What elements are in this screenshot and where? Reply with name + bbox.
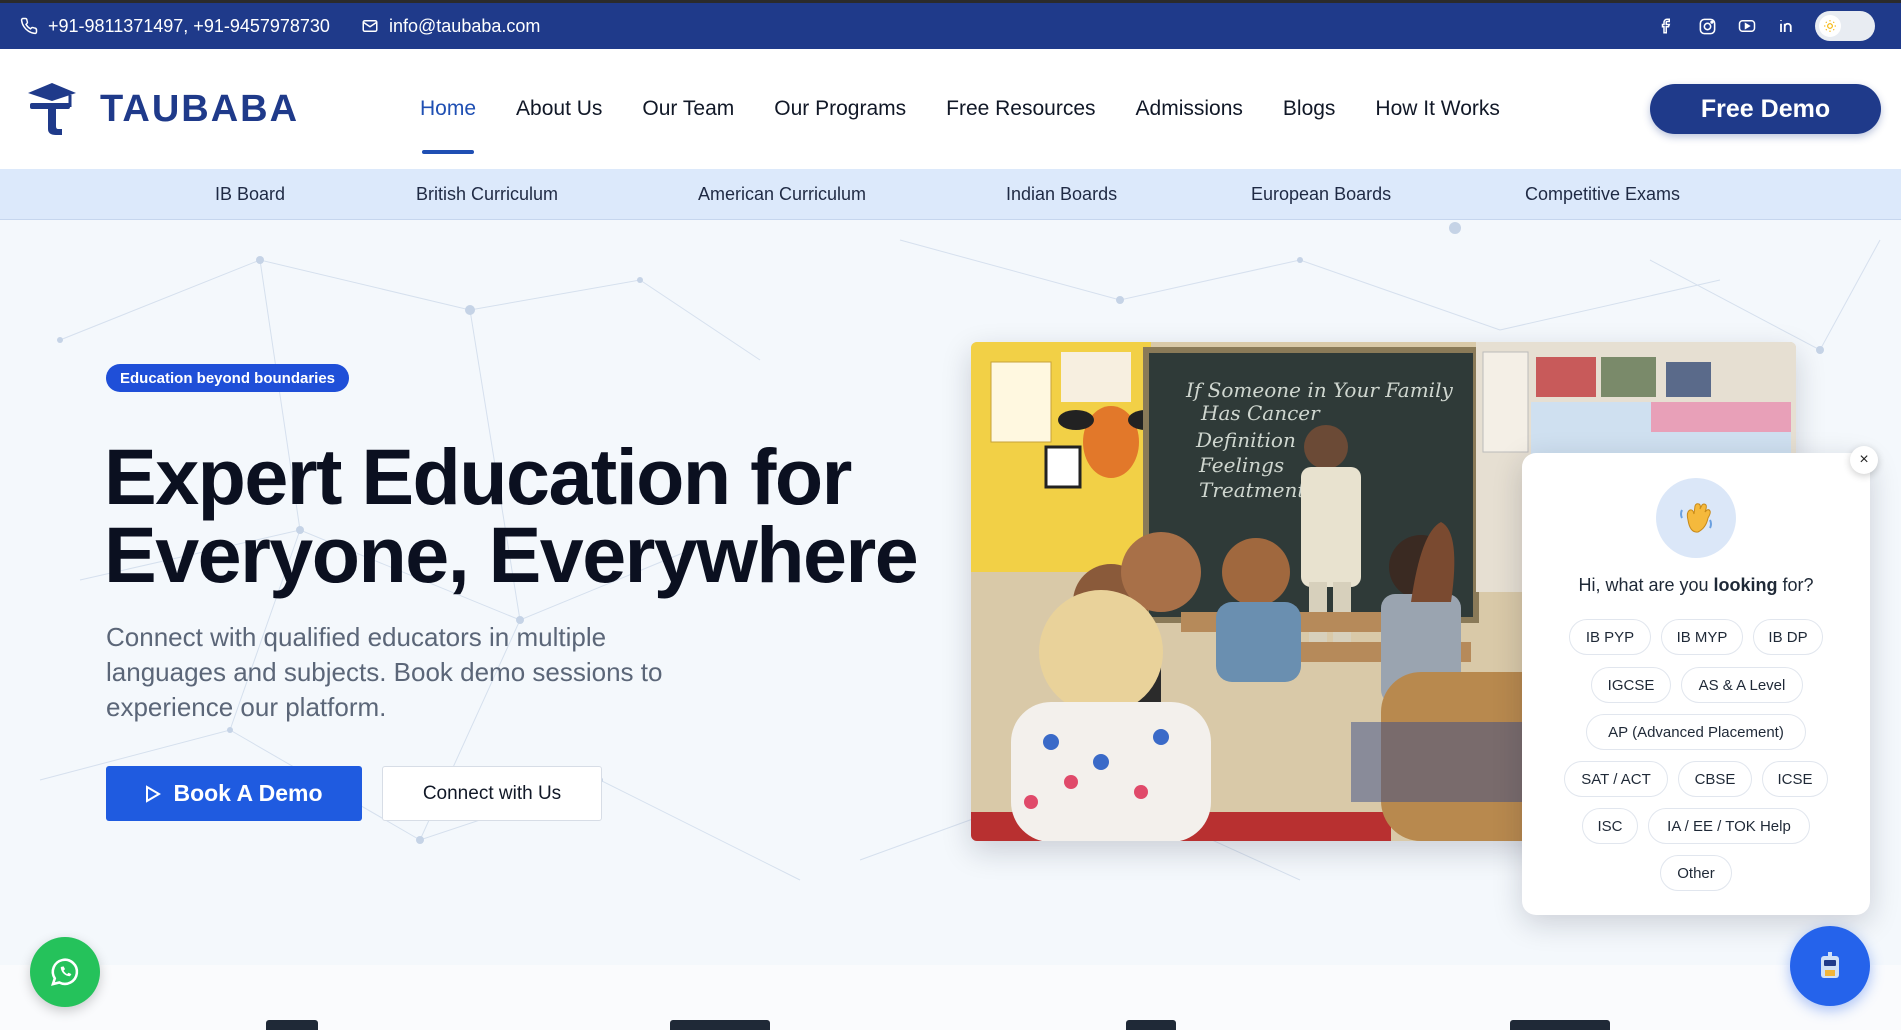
phone-text: +91-9811371497, +91-9457978730 [48, 15, 330, 36]
chip-other[interactable]: Other [1660, 855, 1732, 891]
book-demo-label: Book A Demo [173, 780, 323, 806]
nav-admissions[interactable]: Admissions [1116, 49, 1263, 169]
free-demo-button[interactable]: Free Demo [1650, 84, 1881, 134]
phone-contact[interactable]: +91-9811371497, +91-9457978730 [20, 3, 330, 49]
subnav-ib-board[interactable]: IB Board [215, 169, 285, 220]
chip-icse[interactable]: ICSE [1762, 761, 1828, 797]
chip-ap[interactable]: AP (Advanced Placement) [1586, 714, 1806, 750]
logo-text: TAUBABA [100, 87, 300, 130]
stat-number-fragment [266, 1020, 318, 1030]
chip-ib-myp[interactable]: IB MYP [1661, 619, 1743, 655]
youtube-icon[interactable] [1727, 3, 1767, 49]
subnav-competitive-exams[interactable]: Competitive Exams [1525, 169, 1680, 220]
linkedin-icon[interactable] [1767, 3, 1807, 49]
nav-home[interactable]: Home [400, 49, 496, 169]
chatbot-launcher-button[interactable] [1790, 926, 1870, 1006]
email-contact[interactable]: info@taubaba.com [361, 3, 540, 49]
chip-isc[interactable]: ISC [1582, 808, 1638, 844]
curriculum-subnav: IB Board British Curriculum American Cur… [0, 169, 1901, 220]
hero-subtitle: Connect with qualified educators in mult… [106, 622, 663, 722]
main-nav: Home About Us Our Team Our Programs Free… [400, 49, 1520, 169]
graduation-cap-logo-icon [28, 83, 76, 135]
chip-sat-act[interactable]: SAT / ACT [1564, 761, 1668, 797]
chat-popup: Hi, what are you looking for? IB PYP IB … [1522, 453, 1870, 915]
nav-our-team[interactable]: Our Team [622, 49, 754, 169]
play-icon [146, 784, 162, 803]
mail-icon [362, 20, 378, 32]
chalkboard-line: Definition [1195, 428, 1296, 452]
chip-ia-ee-tok[interactable]: IA / EE / TOK Help [1648, 808, 1810, 844]
sun-icon [1819, 15, 1841, 37]
subnav-indian-boards[interactable]: Indian Boards [1006, 169, 1117, 220]
chip-igcse[interactable]: IGCSE [1591, 667, 1671, 703]
chat-question-text: for? [1777, 575, 1814, 595]
whatsapp-icon [51, 958, 79, 986]
waving-hand-icon [1656, 478, 1736, 558]
chat-question: Hi, what are you looking for? [1522, 575, 1870, 596]
chalkboard-line: Treatment [1199, 478, 1306, 502]
chip-ib-dp[interactable]: IB DP [1753, 619, 1823, 655]
whatsapp-button[interactable] [30, 937, 100, 1007]
instagram-icon[interactable] [1687, 3, 1727, 49]
phone-icon [20, 17, 38, 35]
chalkboard-line: Has Cancer [1200, 401, 1321, 425]
nav-how-it-works[interactable]: How It Works [1355, 49, 1519, 169]
hero-title-line2: Everyone, Everywhere [104, 510, 919, 599]
hero-badge: Education beyond boundaries [106, 364, 350, 392]
connect-with-us-button[interactable]: Connect with Us [382, 766, 602, 821]
subnav-british-curriculum[interactable]: British Curriculum [416, 169, 558, 220]
hero-title: Expert Education for Everyone, Everywher… [104, 432, 919, 599]
top-contact-bar: +91-9811371497, +91-9457978730 info@taub… [0, 0, 1901, 49]
chalkboard-line: Feelings [1198, 453, 1284, 477]
chip-cbse[interactable]: CBSE [1678, 761, 1752, 797]
subnav-american-curriculum[interactable]: American Curriculum [698, 169, 866, 220]
facebook-icon[interactable] [1647, 3, 1687, 49]
chalkboard-line: If Someone in Your Family [1185, 378, 1453, 402]
main-header: TAUBABA Home About Us Our Team Our Progr… [0, 49, 1901, 169]
stat-number-fragment [1126, 1020, 1176, 1030]
subnav-european-boards[interactable]: European Boards [1251, 169, 1391, 220]
email-text: info@taubaba.com [389, 15, 541, 36]
theme-toggle[interactable] [1815, 11, 1875, 41]
stat-number-fragment [670, 1020, 770, 1030]
site-logo[interactable]: TAUBABA [26, 81, 299, 137]
chat-close-button[interactable]: × [1850, 446, 1878, 474]
chat-question-text: Hi, what are you [1578, 575, 1714, 595]
nav-blogs[interactable]: Blogs [1263, 49, 1356, 169]
robot-icon [1821, 952, 1839, 978]
chat-question-bold: looking [1713, 575, 1778, 595]
book-demo-button[interactable]: Book A Demo [106, 766, 362, 821]
stat-number-fragment [1510, 1020, 1610, 1030]
chip-ib-pyp[interactable]: IB PYP [1569, 619, 1651, 655]
nav-free-resources[interactable]: Free Resources [926, 49, 1115, 169]
nav-our-programs[interactable]: Our Programs [754, 49, 926, 169]
nav-about-us[interactable]: About Us [496, 49, 622, 169]
hero-title-line1: Expert Education for [104, 432, 852, 521]
chip-as-a-level[interactable]: AS & A Level [1681, 667, 1803, 703]
social-links [1647, 3, 1875, 49]
